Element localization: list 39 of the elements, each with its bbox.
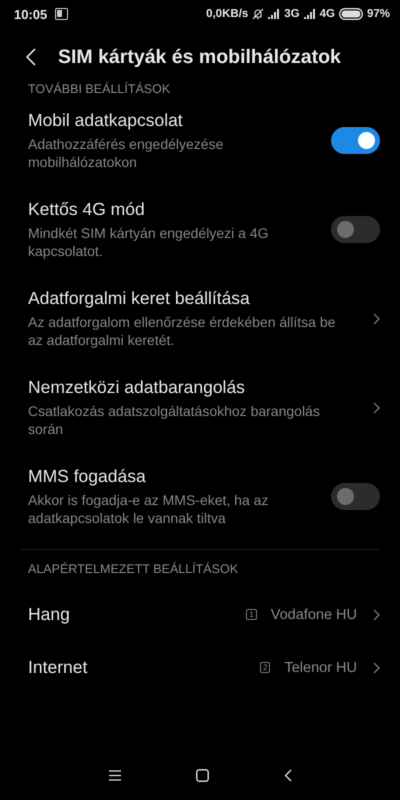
setting-label: Nemzetközi adatbarangolás <box>28 377 246 398</box>
toggle-switch[interactable] <box>331 216 380 243</box>
home-icon[interactable] <box>196 768 208 782</box>
sim-badge: 1 <box>246 609 257 620</box>
network-type: 4G <box>320 8 335 20</box>
toggle-switch[interactable] <box>331 483 380 510</box>
setting-label: Internet <box>28 657 88 678</box>
section-header: ALAPÉRTELMEZETT BEÁLLÍTÁSOK <box>20 549 380 588</box>
chevron-icon <box>373 662 380 674</box>
toggle-switch[interactable] <box>331 127 380 154</box>
setting-value: Telenor HU <box>284 660 357 676</box>
setting-label: Adatforgalmi keret beállítása <box>28 288 251 309</box>
menu-icon[interactable] <box>108 770 120 780</box>
muted-bell-icon <box>252 8 264 20</box>
battery-percent: 97% <box>366 8 390 20</box>
setting-label: Hang <box>28 604 71 625</box>
setting-label: Mobil adatkapcsolat <box>28 110 184 131</box>
sim-badge: 2 <box>260 662 270 673</box>
signal-icon <box>268 9 280 19</box>
page-title: SIM kártyák és mobilhálózatok <box>58 46 341 68</box>
signal-icon <box>304 9 316 19</box>
setting-description: Adathozzáférés engedélyezése mobilhálózatokon <box>28 135 224 171</box>
network-speed: 0,0KB/s <box>206 8 248 20</box>
chevron-icon <box>373 402 380 414</box>
back-icon[interactable] <box>25 48 36 66</box>
setting-label: Kettős 4G mód <box>28 199 146 220</box>
chevron-icon <box>373 608 380 620</box>
setting-description: Az adatforgalom ellenőrzése érdekében állítsa be az adatforgalmi keretét. <box>28 313 336 349</box>
clock: 10:05 <box>14 6 48 22</box>
section-header: TOVÁBBI BEÁLLÍTÁSOK <box>27 82 172 96</box>
setting-label: MMS fogadása <box>28 466 147 487</box>
setting-description: Csatlakozás adatszolgáltatásokhoz barangolás során <box>28 402 321 438</box>
network-type: 3G <box>284 8 300 20</box>
setting-value: Vodafone HU <box>270 606 357 622</box>
setting-description: Akkor is fogadja-e az MMS-eket, ha az adatkapcsolatok le vannak tiltva <box>28 491 270 527</box>
chevron-icon <box>373 312 380 324</box>
battery-icon <box>338 8 363 20</box>
back-icon[interactable] <box>284 768 292 782</box>
setting-description: Mindkét SIM kártyán engedélyezi a 4G kapcsolatot. <box>28 224 270 260</box>
